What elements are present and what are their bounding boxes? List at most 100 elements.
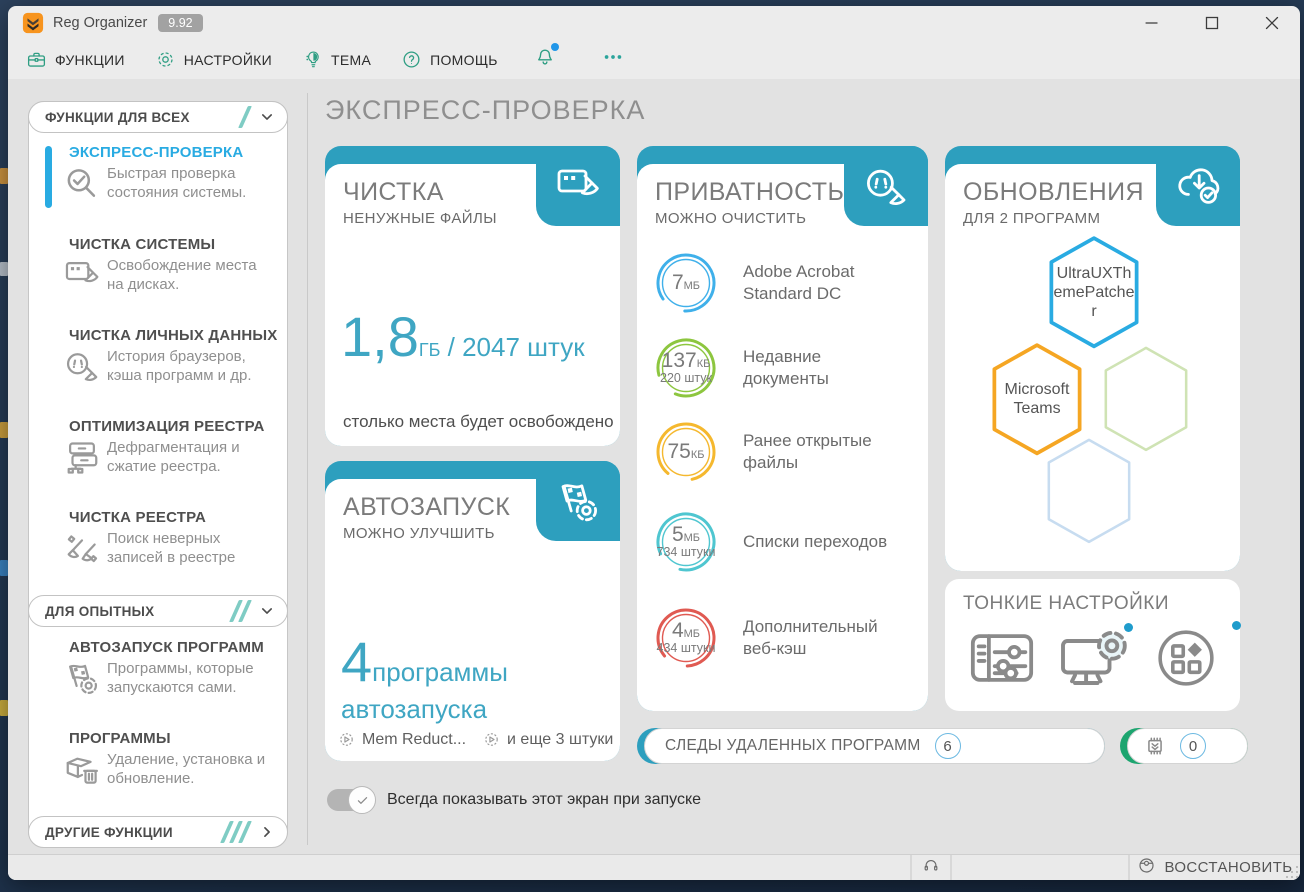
privacy-item-label: Недавние документы xyxy=(743,347,829,388)
stripes-decoration xyxy=(229,600,252,622)
version-badge: 9.92 xyxy=(158,14,203,32)
close-button[interactable] xyxy=(1258,9,1286,37)
bulb-icon xyxy=(302,49,323,70)
nav-item-description: История браузеров, кэша программ и др. xyxy=(107,348,252,384)
notification-dot xyxy=(1124,623,1133,632)
autostart-card[interactable]: АВТОЗАПУСК МОЖНО УЛУЧШИТЬ 4программы авт… xyxy=(325,461,620,761)
desktop-icon-fragment xyxy=(0,560,8,576)
nav-item-description: Удаление, установка и обновление. xyxy=(107,751,266,787)
sidebar-section-functions-for-all[interactable]: ФУНКЦИИ ДЛЯ ВСЕХ xyxy=(28,101,288,133)
privacy-card[interactable]: ПРИВАТНОСТЬ МОЖНО ОЧИСТИТЬ 7МБ Adobe Acr… xyxy=(637,146,928,711)
card-title: ТОНКИЕ НАСТРОЙКИ xyxy=(963,593,1170,614)
stripes-decoration xyxy=(220,821,252,843)
toolbar-functions-label: ФУНКЦИИ xyxy=(55,51,125,68)
privacy-item-jump-lists[interactable]: 5МБ 734 штуки Списки переходов xyxy=(655,507,918,577)
content-area: ФУНКЦИИ ДЛЯ ВСЕХ ЭКСПРЕСС-ПРОВЕРКА Быстр… xyxy=(8,79,1300,855)
monitor-broom-icon xyxy=(536,146,620,226)
nav-item-title: ЧИСТКА РЕЕСТРА xyxy=(69,509,207,526)
privacy-item-label: Списки переходов xyxy=(743,532,888,551)
usage-ring: 5МБ 734 штуки xyxy=(655,511,717,573)
privacy-item-recent-docs[interactable]: 137КБ 220 штук Недавние документы xyxy=(655,333,918,403)
toolbar-help-button[interactable]: ПОМОЩЬ xyxy=(401,49,498,70)
nav-item-title: ЭКСПРЕСС-ПРОВЕРКА xyxy=(69,144,244,161)
autostart-footer: Mem Reduct... и еще 3 штуки xyxy=(337,730,614,749)
monitor-broom-icon xyxy=(63,256,107,294)
notifications-button[interactable] xyxy=(534,43,559,73)
ring-value: 75КБ xyxy=(667,439,705,463)
nav-item-title: ЧИСТКА ЛИЧНЫХ ДАННЫХ xyxy=(69,327,278,344)
fine-tuning-card[interactable]: ТОНКИЕ НАСТРОЙКИ xyxy=(945,579,1241,711)
sidebar: ФУНКЦИИ ДЛЯ ВСЕХ ЭКСПРЕСС-ПРОВЕРКА Быстр… xyxy=(28,101,288,848)
nav-item-description: Быстрая проверка состояния системы. xyxy=(107,165,247,201)
sidebar-item-registry-optimization[interactable]: ОПТИМИЗАЦИЯ РЕЕСТРА Дефрагментация и сжа… xyxy=(43,418,279,476)
toolbar-settings-label: НАСТРОЙКИ xyxy=(183,51,273,68)
flag-gear-icon xyxy=(536,461,620,541)
autostart-program[interactable]: Mem Reduct... xyxy=(337,730,466,749)
more-menu-button[interactable] xyxy=(602,46,624,73)
toolbar-functions-button[interactable]: ФУНКЦИИ xyxy=(26,49,125,70)
sidebar-item-programs[interactable]: ПРОГРАММЫ Удаление, установка и обновлен… xyxy=(43,730,279,788)
restore-button[interactable]: ВОССТАНОВИТЬ xyxy=(1130,855,1300,880)
nav-item-title: ОПТИМИЗАЦИЯ РЕЕСТРА xyxy=(69,418,265,435)
privacy-item-label: Дополнительный веб-кэш xyxy=(743,617,878,658)
magnifier-check-icon xyxy=(63,164,107,202)
show-on-startup-toggle-row: Всегда показывать этот экран при запуске xyxy=(327,786,702,814)
firmware-count-badge: 0 xyxy=(1180,733,1206,759)
notification-dot xyxy=(1232,621,1241,630)
usage-ring: 7МБ xyxy=(655,252,717,314)
apps-icon[interactable] xyxy=(1153,621,1241,696)
cleanup-value: 1,8ГБ / 2047 штук xyxy=(341,304,585,369)
sidebar-item-express-check[interactable]: ЭКСПРЕСС-ПРОВЕРКА Быстрая проверка состо… xyxy=(43,144,279,208)
title-bar: Reg Organizer 9.92 xyxy=(8,6,1300,40)
drawers-icon xyxy=(63,438,107,476)
autostart-count: 4 xyxy=(341,630,373,693)
sidebar-item-system-cleanup[interactable]: ЧИСТКА СИСТЕМЫ Освобождение места на дис… xyxy=(43,236,279,294)
startup-toggle-label: Всегда показывать этот экран при запуске xyxy=(387,791,702,808)
sidebar-section-other-functions[interactable]: ДРУГИЕ ФУНКЦИИ xyxy=(28,816,288,848)
resize-grip[interactable] xyxy=(1286,866,1298,878)
help-icon xyxy=(401,49,422,70)
nav-item-description: Дефрагментация и сжатие реестра. xyxy=(107,439,240,475)
notification-dot xyxy=(550,43,559,51)
autostart-value: 4программы автозапуска xyxy=(341,629,620,725)
minimize-button[interactable] xyxy=(1138,9,1166,37)
chevron-right-icon xyxy=(257,822,277,842)
autostart-more[interactable]: и еще 3 штуки xyxy=(482,730,613,749)
usage-ring: 137КБ 220 штук xyxy=(655,337,717,399)
privacy-item-label: Adobe Acrobat Standard DC xyxy=(743,262,855,303)
update-program-hexagon[interactable]: UltraUXThemePatcher xyxy=(1042,234,1146,350)
sidebar-separator xyxy=(307,93,308,845)
desktop-icon-fragment xyxy=(0,422,8,438)
sliders-panel-icon[interactable] xyxy=(967,623,1037,698)
autostart-more-label: и еще 3 штуки xyxy=(507,730,614,748)
support-button[interactable] xyxy=(912,855,950,880)
startup-toggle[interactable] xyxy=(327,786,376,814)
privacy-item-opened-files[interactable]: 75КБ Ранее открытые файлы xyxy=(655,417,918,487)
privacy-item-adobe[interactable]: 7МБ Adobe Acrobat Standard DC xyxy=(655,248,918,318)
maximize-button[interactable] xyxy=(1198,9,1226,37)
stripes-decoration xyxy=(238,106,252,128)
ring-value: 5МБ 734 штуки xyxy=(656,523,716,560)
toolbar-theme-button[interactable]: ТЕМА xyxy=(302,49,371,70)
cleanup-card[interactable]: ЧИСТКА НЕНУЖНЫЕ ФАЙЛЫ 1,8ГБ / 2047 штук … xyxy=(325,146,620,446)
updates-card[interactable]: ОБНОВЛЕНИЯ ДЛЯ 2 ПРОГРАММ UltraUXThemePa… xyxy=(945,146,1240,571)
toolbar-settings-button[interactable]: НАСТРОЙКИ xyxy=(155,49,272,70)
privacy-item-web-cache[interactable]: 4МБ 434 штуки Дополнительный веб-кэш xyxy=(655,603,918,673)
update-program-name: Microsoft Teams xyxy=(1004,381,1070,417)
removed-programs-traces-button[interactable]: СЛЕДЫ УДАЛЕННЫХ ПРОГРАММ 6 xyxy=(637,728,1105,764)
monitor-gear-icon[interactable] xyxy=(1057,623,1133,700)
toolbar-help-label: ПОМОЩЬ xyxy=(430,51,498,68)
main-toolbar: ФУНКЦИИ НАСТРОЙКИ ТЕМА ПОМОЩЬ xyxy=(8,40,1300,80)
statusbar-middle-segment xyxy=(952,855,1128,880)
autostart-program-name: Mem Reduct... xyxy=(362,730,467,748)
usage-ring: 75КБ xyxy=(655,421,717,483)
sidebar-item-autostart-programs[interactable]: АВТОЗАПУСК ПРОГРАММ Программы, которые з… xyxy=(43,639,279,697)
sidebar-item-private-data-cleanup[interactable]: ЧИСТКА ЛИЧНЫХ ДАННЫХ История браузеров, … xyxy=(43,327,279,385)
brooms-icon xyxy=(63,529,107,567)
sidebar-section-for-experienced[interactable]: ДЛЯ ОПЫТНЫХ xyxy=(28,595,288,627)
toggle-check-icon xyxy=(348,786,376,814)
firmware-button[interactable]: 0 xyxy=(1120,728,1248,764)
cloud-download-icon xyxy=(1156,146,1240,226)
sidebar-item-registry-cleanup[interactable]: ЧИСТКА РЕЕСТРА Поиск неверных записей в … xyxy=(43,509,279,567)
restore-label: ВОССТАНОВИТЬ xyxy=(1164,859,1293,876)
